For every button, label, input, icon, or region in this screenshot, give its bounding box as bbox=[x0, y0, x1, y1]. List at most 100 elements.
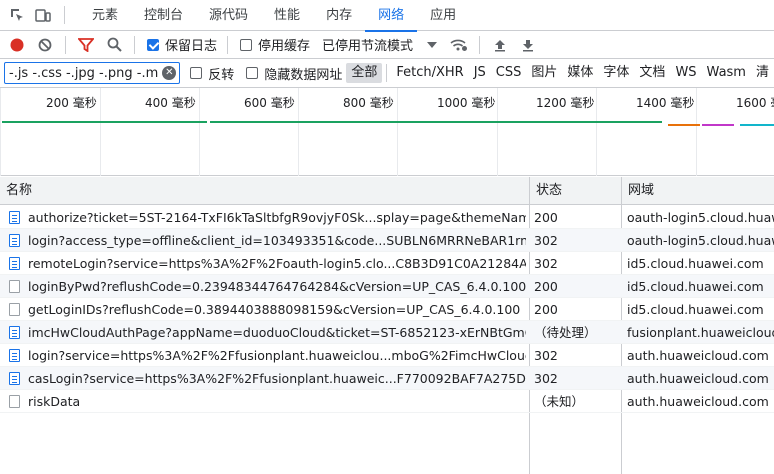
network-overview[interactable]: 200 毫秒 400 毫秒 600 毫秒 800 毫秒 1000 毫秒 1200… bbox=[0, 88, 774, 176]
disable-cache-checkbox-box[interactable] bbox=[240, 38, 253, 51]
table-row[interactable]: getLoginIDs?reflushCode=0.38944038880981… bbox=[0, 298, 774, 321]
tab-sources[interactable]: 源代码 bbox=[196, 0, 261, 31]
request-status: 302 bbox=[534, 233, 558, 248]
filter-input-value[interactable]: -.js -.css -.jpg -.png -.mp4 bbox=[9, 66, 159, 81]
preserve-log-checkbox-box[interactable] bbox=[147, 38, 159, 51]
type-filter-css[interactable]: CSS bbox=[491, 63, 527, 83]
requests-table-header: 名称 状态 网域 bbox=[0, 177, 774, 205]
request-domain: auth.huaweicloud.com bbox=[627, 371, 769, 386]
request-timeline-bar bbox=[668, 124, 700, 126]
document-icon bbox=[9, 372, 20, 385]
invert-checkbox[interactable]: 反转 bbox=[190, 64, 234, 83]
timeline-tick: 400 毫秒 bbox=[145, 96, 196, 110]
type-filter-fetch-xhr[interactable]: Fetch/XHR bbox=[391, 63, 468, 83]
timeline-tick: 1200 毫秒 bbox=[536, 96, 595, 110]
type-filter-js[interactable]: JS bbox=[469, 63, 491, 83]
filter-bar: -.js -.css -.jpg -.png -.mp4 ✕ 反转 隐藏数据网址… bbox=[0, 59, 774, 88]
type-filter-all[interactable]: 全部 bbox=[346, 63, 383, 83]
file-icon bbox=[9, 395, 20, 408]
request-name: login?access_type=offline&client_id=1034… bbox=[28, 233, 526, 248]
document-icon bbox=[9, 234, 20, 247]
type-filter-wasm[interactable]: Wasm bbox=[702, 63, 751, 83]
preserve-log-checkbox[interactable]: 保留日志 bbox=[147, 35, 217, 54]
overview-gridline bbox=[696, 88, 697, 176]
overview-gridline bbox=[596, 88, 597, 176]
timeline-tick: 600 毫秒 bbox=[244, 96, 295, 110]
type-filter-manifest[interactable]: 清 bbox=[751, 63, 774, 83]
request-status: （待处理） bbox=[534, 325, 597, 340]
invert-checkbox-box[interactable] bbox=[190, 67, 203, 79]
disable-cache-label: 停用缓存 bbox=[258, 39, 311, 54]
document-icon bbox=[9, 326, 20, 339]
type-filter-doc[interactable]: 文档 bbox=[634, 63, 670, 83]
clear-icon[interactable] bbox=[31, 31, 59, 59]
network-toolbar: 保留日志 停用缓存 已停用节流模式 bbox=[0, 31, 774, 59]
tab-console[interactable]: 控制台 bbox=[131, 0, 196, 31]
request-name: login?service=https%3A%2F%2Ffusionplant.… bbox=[28, 348, 526, 363]
table-row[interactable]: imcHwCloudAuthPage?appName=duoduoCloud&t… bbox=[0, 321, 774, 344]
hide-data-urls-checkbox-box[interactable] bbox=[246, 67, 259, 79]
file-icon bbox=[9, 303, 20, 316]
type-filter-media[interactable]: 媒体 bbox=[562, 63, 598, 83]
tab-network[interactable]: 网络 bbox=[365, 0, 418, 32]
device-toolbar-icon[interactable] bbox=[34, 6, 52, 24]
overview-gridline bbox=[298, 88, 299, 176]
network-conditions-icon[interactable] bbox=[445, 31, 473, 59]
document-icon bbox=[9, 211, 20, 224]
request-timeline-bar bbox=[210, 121, 662, 123]
devtools-tabbar: 元素 控制台 源代码 性能 内存 网络 应用 bbox=[0, 0, 774, 32]
table-row[interactable]: remoteLogin?service=https%3A%2F%2Foauth-… bbox=[0, 252, 774, 275]
request-status: 302 bbox=[534, 256, 558, 271]
toolbar-separator bbox=[227, 35, 229, 54]
request-status: 302 bbox=[534, 348, 558, 363]
document-icon bbox=[9, 349, 20, 362]
overview-gridline bbox=[100, 88, 101, 176]
tab-memory[interactable]: 内存 bbox=[313, 0, 365, 31]
record-icon[interactable] bbox=[3, 31, 31, 59]
tab-elements[interactable]: 元素 bbox=[79, 0, 131, 31]
type-filter-ws[interactable]: WS bbox=[670, 63, 701, 83]
disable-cache-checkbox[interactable]: 停用缓存 bbox=[240, 35, 310, 54]
search-icon[interactable] bbox=[100, 31, 128, 59]
request-name: authorize?ticket=5ST-2164-TxFI6kTaSltbfg… bbox=[28, 210, 526, 225]
table-row[interactable]: login?access_type=offline&client_id=1034… bbox=[0, 229, 774, 252]
chevron-down-icon[interactable] bbox=[427, 41, 438, 48]
request-domain: oauth-login5.cloud.huawe bbox=[627, 210, 774, 225]
table-row[interactable]: login?service=https%3A%2F%2Ffusionplant.… bbox=[0, 344, 774, 367]
import-har-icon[interactable] bbox=[486, 31, 514, 59]
table-row[interactable]: casLogin?service=https%3A%2F%2Ffusionpla… bbox=[0, 367, 774, 390]
column-header-domain[interactable]: 网域 bbox=[622, 177, 654, 205]
filter-icon[interactable] bbox=[72, 31, 100, 59]
column-header-status[interactable]: 状态 bbox=[530, 177, 562, 205]
request-domain: id5.cloud.huawei.com bbox=[627, 302, 764, 317]
toolbar-separator bbox=[134, 35, 135, 54]
type-filter-font[interactable]: 字体 bbox=[598, 63, 634, 83]
request-name: casLogin?service=https%3A%2F%2Ffusionpla… bbox=[28, 371, 526, 386]
table-row[interactable]: riskData （未知） auth.huaweicloud.com bbox=[0, 390, 774, 413]
filter-input[interactable]: -.js -.css -.jpg -.png -.mp4 ✕ bbox=[4, 62, 181, 84]
table-row[interactable]: authorize?ticket=5ST-2164-TxFI6kTaSltbfg… bbox=[0, 206, 774, 229]
table-row[interactable]: loginByPwd?reflushCode=0.239483447647642… bbox=[0, 275, 774, 298]
request-name: loginByPwd?reflushCode=0.239483447647642… bbox=[28, 279, 526, 294]
type-filter-img[interactable]: 图片 bbox=[526, 63, 562, 83]
request-name: getLoginIDs?reflushCode=0.38944038880981… bbox=[28, 302, 521, 317]
timeline-tick: 1400 毫秒 bbox=[636, 96, 695, 110]
tab-application[interactable]: 应用 bbox=[417, 0, 469, 31]
request-status: 200 bbox=[534, 279, 558, 294]
timeline-tick: 800 毫秒 bbox=[343, 96, 394, 110]
export-har-icon[interactable] bbox=[514, 31, 542, 59]
tab-performance[interactable]: 性能 bbox=[261, 0, 313, 31]
column-header-name[interactable]: 名称 bbox=[0, 177, 32, 205]
filter-separator bbox=[386, 64, 388, 82]
hide-data-urls-checkbox[interactable]: 隐藏数据网址 bbox=[246, 64, 342, 83]
request-status: 200 bbox=[534, 302, 558, 317]
clear-filter-icon[interactable]: ✕ bbox=[162, 66, 177, 80]
requests-table-body: authorize?ticket=5ST-2164-TxFI6kTaSltbfg… bbox=[0, 206, 774, 413]
overview-gridline bbox=[0, 88, 1, 176]
request-timeline-bar bbox=[702, 124, 734, 126]
hide-data-urls-label: 隐藏数据网址 bbox=[264, 67, 343, 83]
request-name: remoteLogin?service=https%3A%2F%2Foauth-… bbox=[28, 256, 526, 271]
inspect-element-icon[interactable] bbox=[8, 6, 26, 24]
throttling-select[interactable]: 已停用节流模式 bbox=[322, 35, 413, 54]
request-timeline-bar bbox=[740, 124, 774, 126]
